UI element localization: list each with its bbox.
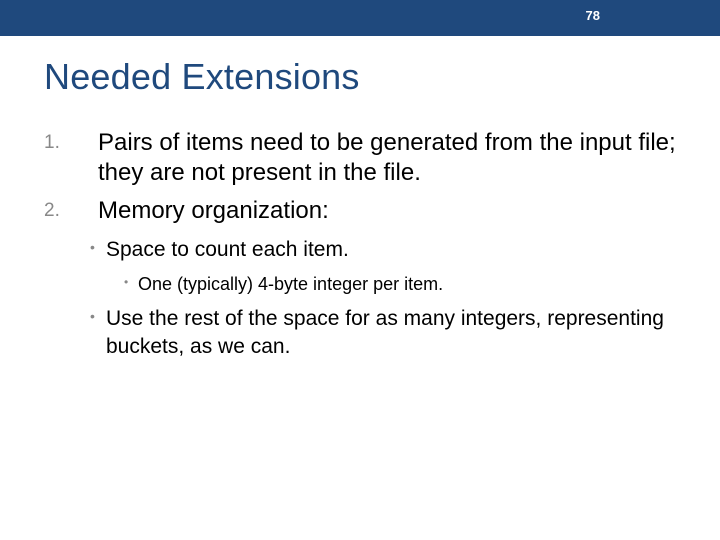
sub-bullet-list: One (typically) 4-byte integer per item. <box>106 272 688 296</box>
list-item-text: Use the rest of the space for as many in… <box>106 307 664 358</box>
list-item: Memory organization: <box>44 196 688 226</box>
page-number: 78 <box>586 8 600 23</box>
list-item: Pairs of items need to be generated from… <box>44 128 688 188</box>
list-item-text: Memory organization: <box>98 197 329 224</box>
bullet-list: Space to count each item. One (typically… <box>44 236 688 361</box>
top-bar: 78 <box>0 0 720 36</box>
numbered-list: Pairs of items need to be generated from… <box>44 128 688 226</box>
list-item: Use the rest of the space for as many in… <box>90 305 688 362</box>
list-item: One (typically) 4-byte integer per item. <box>124 272 688 296</box>
list-item: Space to count each item. One (typically… <box>90 236 688 297</box>
slide-title: Needed Extensions <box>44 56 688 98</box>
list-item-text: Space to count each item. <box>106 238 349 261</box>
slide: 78 Needed Extensions Pairs of items need… <box>0 0 720 540</box>
list-item-text: One (typically) 4-byte integer per item. <box>138 274 443 294</box>
list-item-text: Pairs of items need to be generated from… <box>98 129 676 186</box>
slide-content: Needed Extensions Pairs of items need to… <box>44 56 688 369</box>
